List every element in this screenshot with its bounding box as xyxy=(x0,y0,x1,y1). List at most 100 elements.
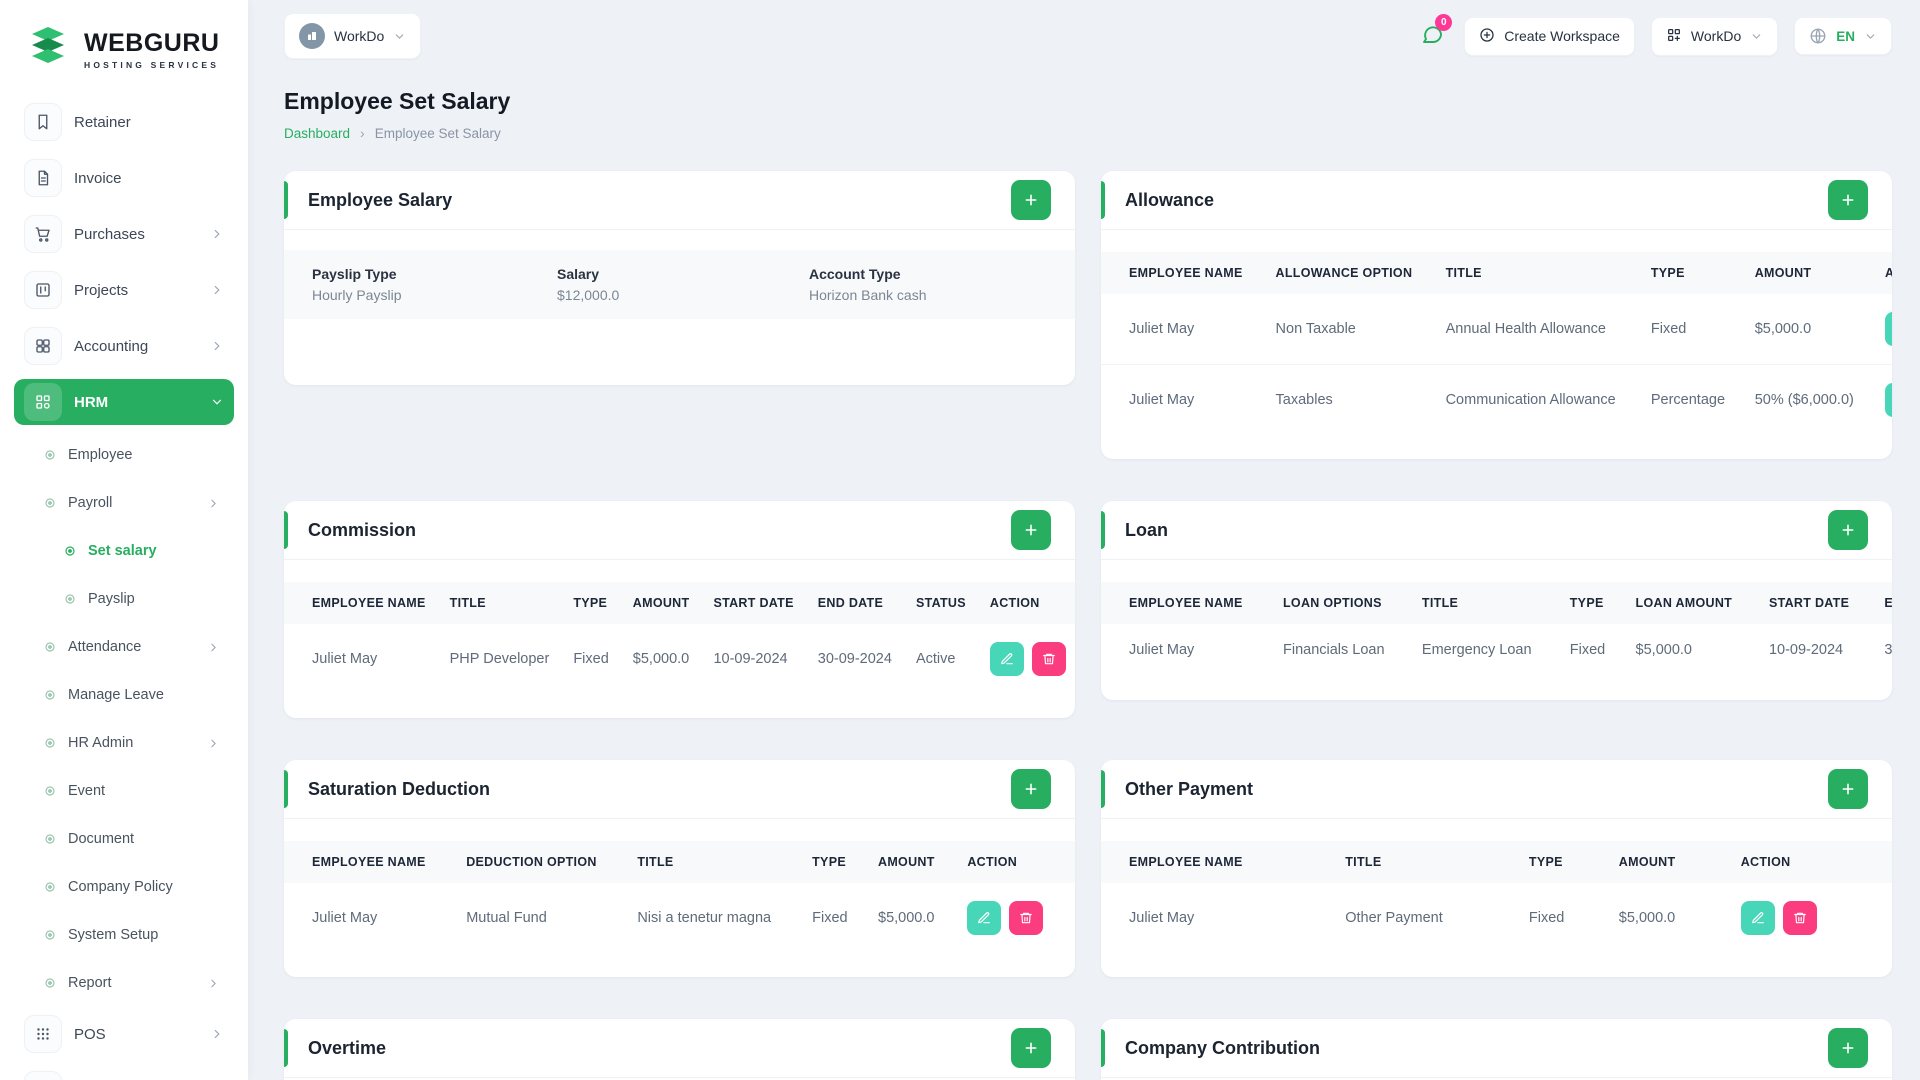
sidebar-item-label: Invoice xyxy=(74,170,122,187)
column-header: START DATE xyxy=(1757,582,1872,624)
add-company-contribution-button[interactable] xyxy=(1828,1028,1868,1068)
workspace-grid-icon xyxy=(1666,27,1682,46)
page-title: Employee Set Salary xyxy=(284,88,1892,115)
sidebar-item-crm[interactable]: CRM xyxy=(14,1067,234,1080)
workspace-menu-button[interactable]: WorkDo xyxy=(1651,17,1778,56)
sidebar-item-invoice[interactable]: Invoice xyxy=(14,155,234,201)
edit-button[interactable] xyxy=(990,642,1024,676)
edit-button[interactable] xyxy=(967,901,1001,935)
delete-button[interactable] xyxy=(1783,901,1817,935)
invoice-icon xyxy=(24,159,62,197)
projects-icon xyxy=(24,271,62,309)
table-row: Juliet MayTaxablesCommunication Allowanc… xyxy=(1101,365,1892,436)
sidebar-item-hr-admin[interactable]: HR Admin xyxy=(14,723,234,763)
sidebar-item-accounting[interactable]: Accounting xyxy=(14,323,234,369)
column-header: TITLE xyxy=(1434,252,1639,294)
breadcrumb-current: Employee Set Salary xyxy=(375,126,501,141)
add-employee-salary-button[interactable] xyxy=(1011,180,1051,220)
edit-button[interactable] xyxy=(1885,312,1892,346)
table-cell: $5,000.0 xyxy=(621,624,702,694)
add-commission-button[interactable] xyxy=(1011,510,1051,550)
sidebar-item-label: HRM xyxy=(74,394,108,411)
edit-button[interactable] xyxy=(1885,383,1892,417)
table-cell: 50% ($6,000.0) xyxy=(1743,365,1873,436)
sidebar-item-payslip[interactable]: Payslip xyxy=(14,579,234,619)
bullet-icon xyxy=(44,641,56,653)
column-header: ACTION xyxy=(978,582,1075,624)
sidebar-item-system-setup[interactable]: System Setup xyxy=(14,915,234,955)
sidebar-item-label: Payroll xyxy=(68,495,112,511)
table-cell: Fixed xyxy=(1558,624,1624,676)
chevron-right-icon xyxy=(210,227,224,241)
table-cell: Mutual Fund xyxy=(454,883,625,953)
card-loan: Loan EMPLOYEE NAMELOAN OPTIONSTITLETYPEL… xyxy=(1101,501,1892,700)
delete-button[interactable] xyxy=(1032,642,1066,676)
table-cell: Juliet May xyxy=(1101,365,1264,436)
sidebar-item-manage-leave[interactable]: Manage Leave xyxy=(14,675,234,715)
plus-circle-icon xyxy=(1479,27,1495,46)
language-selector[interactable]: EN xyxy=(1794,17,1892,55)
sidebar-item-projects[interactable]: Projects xyxy=(14,267,234,313)
card-header: Saturation Deduction xyxy=(284,760,1075,819)
sidebar-item-pos[interactable]: POS xyxy=(14,1011,234,1057)
sidebar-item-company-policy[interactable]: Company Policy xyxy=(14,867,234,907)
brand-tagline: HOSTING SERVICES xyxy=(84,60,219,70)
table-cell: Juliet May xyxy=(1101,624,1271,676)
chevron-down-icon xyxy=(1864,30,1877,43)
employee-salary-body: Payslip Type Hourly Payslip Salary $12,0… xyxy=(284,230,1075,385)
sidebar-item-set-salary[interactable]: Set salary xyxy=(14,531,234,571)
create-workspace-label: Create Workspace xyxy=(1504,28,1620,44)
sidebar-item-attendance[interactable]: Attendance xyxy=(14,627,234,667)
card-header: Allowance xyxy=(1101,171,1892,230)
bullet-icon xyxy=(44,497,56,509)
table-cell: Fixed xyxy=(561,624,620,694)
table-row: Juliet MayPHP DeveloperFixed$5,000.010-0… xyxy=(284,624,1075,694)
sidebar-item-payroll[interactable]: Payroll xyxy=(14,483,234,523)
sidebar-item-document[interactable]: Document xyxy=(14,819,234,859)
sidebar-item-label: Set salary xyxy=(88,543,157,559)
field-label: Salary xyxy=(557,266,809,282)
card-overtime: Overtime xyxy=(284,1019,1075,1080)
page-content: Employee Set Salary Dashboard › Employee… xyxy=(248,72,1920,1080)
bullet-icon xyxy=(44,689,56,701)
field-value: $12,000.0 xyxy=(557,287,809,303)
brand-name: WEBGURU xyxy=(84,31,219,56)
column-header: AMOUNT xyxy=(621,582,702,624)
messages-button[interactable]: 0 xyxy=(1420,22,1444,51)
delete-button[interactable] xyxy=(1009,901,1043,935)
column-header: ACTION xyxy=(1873,252,1892,294)
workspace-menu-label: WorkDo xyxy=(1691,28,1741,44)
allowance-table: EMPLOYEE NAMEALLOWANCE OPTIONTITLETYPEAM… xyxy=(1101,252,1892,435)
add-allowance-button[interactable] xyxy=(1828,180,1868,220)
table-cell: Emergency Loan xyxy=(1410,624,1558,676)
sidebar-item-event[interactable]: Event xyxy=(14,771,234,811)
edit-button[interactable] xyxy=(1741,901,1775,935)
actions-cell xyxy=(1729,883,1892,953)
table-cell: Juliet May xyxy=(284,883,454,953)
accounting-icon xyxy=(24,327,62,365)
create-workspace-button[interactable]: Create Workspace xyxy=(1464,17,1635,56)
bullet-icon xyxy=(44,881,56,893)
column-header: ACTION xyxy=(955,841,1075,883)
table-cell: $5,000.0 xyxy=(866,883,955,953)
workspace-selector[interactable]: WorkDo xyxy=(284,13,421,59)
add-saturation-deduction-button[interactable] xyxy=(1011,769,1051,809)
table-cell: PHP Developer xyxy=(438,624,562,694)
bullet-icon xyxy=(44,449,56,461)
column-header: TYPE xyxy=(561,582,620,624)
sidebar-item-purchases[interactable]: Purchases xyxy=(14,211,234,257)
actions-cell xyxy=(1873,294,1892,365)
add-overtime-button[interactable] xyxy=(1011,1028,1051,1068)
column-header: TITLE xyxy=(1410,582,1558,624)
table-cell: Other Payment xyxy=(1333,883,1517,953)
breadcrumb-dashboard-link[interactable]: Dashboard xyxy=(284,126,350,141)
sidebar-item-report[interactable]: Report xyxy=(14,963,234,1003)
sidebar-item-retainer[interactable]: Retainer xyxy=(14,99,234,145)
table-cell: Juliet May xyxy=(1101,883,1333,953)
sidebar-item-hrm[interactable]: HRM xyxy=(14,379,234,425)
add-other-payment-button[interactable] xyxy=(1828,769,1868,809)
card-title: Loan xyxy=(1125,520,1168,541)
column-header: TYPE xyxy=(1639,252,1743,294)
sidebar-item-employee[interactable]: Employee xyxy=(14,435,234,475)
add-loan-button[interactable] xyxy=(1828,510,1868,550)
